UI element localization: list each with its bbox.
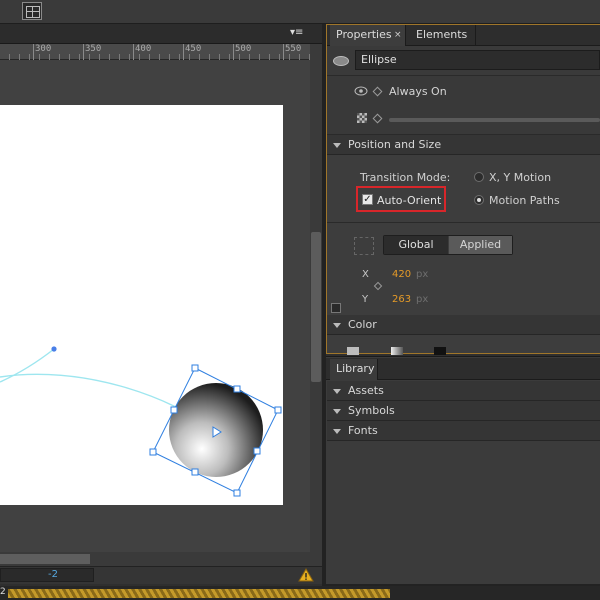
section-position-size[interactable]: Position and Size (327, 135, 600, 155)
ruler-tick-label: 550 (282, 44, 302, 60)
expand-icon[interactable] (331, 303, 341, 313)
x-unit: px (416, 269, 429, 280)
y-value[interactable]: 263 (392, 294, 411, 305)
layout-grid-icon[interactable] (22, 2, 42, 20)
y-label: Y (362, 294, 369, 305)
radio-motion-paths[interactable] (474, 195, 484, 205)
ruler-tick-label: 450 (182, 44, 202, 60)
resize-handle[interactable] (170, 406, 178, 414)
motion-path-handle-line (0, 348, 55, 383)
timeline-playhead-strip[interactable] (8, 589, 390, 598)
timeline-label: 2 (0, 587, 6, 597)
collapse-triangle-icon[interactable] (333, 409, 341, 414)
x-value[interactable]: 420 (392, 269, 411, 280)
section-label: Fonts (348, 424, 378, 437)
ruler-tick-label: 400 (132, 44, 152, 60)
bezier-handle-point[interactable] (51, 346, 57, 352)
section-fonts[interactable]: Fonts (327, 421, 600, 441)
auto-orient-checkbox[interactable]: ✓ (362, 194, 373, 205)
y-unit: px (416, 294, 429, 305)
status-field[interactable] (0, 568, 94, 582)
section-label: Position and Size (348, 138, 442, 151)
transform-origin-grid-icon[interactable] (354, 237, 374, 255)
stage-tab-bar (0, 24, 322, 44)
resize-handle[interactable] (233, 385, 241, 393)
shadow-swatch[interactable] (434, 347, 446, 355)
resize-handle[interactable] (191, 468, 199, 476)
collapse-triangle-icon[interactable] (333, 323, 341, 328)
color-body (327, 335, 600, 353)
visibility-dropdown[interactable]: Always On (389, 85, 447, 98)
collapse-triangle-icon[interactable] (333, 143, 341, 148)
section-assets[interactable]: Assets (327, 381, 600, 401)
radio-xy-motion[interactable] (474, 172, 484, 182)
auto-orient-label[interactable]: Auto-Orient (377, 194, 441, 207)
horizontal-scroll-thumb[interactable] (0, 554, 90, 564)
radio-motion-paths-label[interactable]: Motion Paths (489, 194, 560, 207)
color-swatch[interactable] (347, 347, 359, 355)
resize-handle[interactable] (149, 448, 157, 456)
section-color[interactable]: Color (327, 315, 600, 335)
element-name-field[interactable]: Ellipse (355, 50, 600, 70)
status-value: -2 (48, 569, 58, 580)
tab-elements[interactable]: Elements (410, 25, 476, 46)
resize-handle[interactable] (233, 489, 241, 497)
top-toolbar (0, 0, 600, 24)
collapse-triangle-icon[interactable] (333, 429, 341, 434)
resize-handle[interactable] (274, 406, 282, 414)
opacity-slider[interactable] (389, 118, 600, 122)
warning-icon[interactable] (298, 568, 314, 582)
ruler-tick-label: 350 (82, 44, 102, 60)
vertical-scroll-thumb[interactable] (311, 232, 321, 382)
resize-handle[interactable] (253, 447, 261, 455)
gradient-swatch[interactable] (391, 347, 403, 355)
ellipse-icon (333, 56, 349, 66)
ruler-tick-label: 300 (32, 44, 52, 60)
x-label: X (362, 269, 369, 280)
tab-library[interactable]: Library (330, 359, 378, 380)
radio-xy-motion-label[interactable]: X, Y Motion (489, 171, 551, 184)
ruler-tick-label: 500 (232, 44, 252, 60)
resize-handle[interactable] (191, 364, 199, 372)
opacity-icon (357, 113, 367, 123)
section-label: Assets (348, 384, 384, 397)
section-symbols[interactable]: Symbols (327, 401, 600, 421)
close-icon[interactable]: × (394, 30, 402, 40)
panel-menu-icon[interactable]: ▾≡ (290, 27, 306, 39)
applied-button[interactable]: Applied (449, 236, 512, 254)
transition-mode-label: Transition Mode: (360, 171, 451, 184)
ruler-minor-ticks (0, 54, 310, 60)
collapse-triangle-icon[interactable] (333, 389, 341, 394)
section-label: Color (348, 318, 377, 331)
section-label: Symbols (348, 404, 395, 417)
divider (327, 222, 600, 223)
global-button[interactable]: Global (384, 236, 448, 254)
eye-icon[interactable] (354, 85, 368, 97)
motion-path-overlay (0, 346, 282, 497)
